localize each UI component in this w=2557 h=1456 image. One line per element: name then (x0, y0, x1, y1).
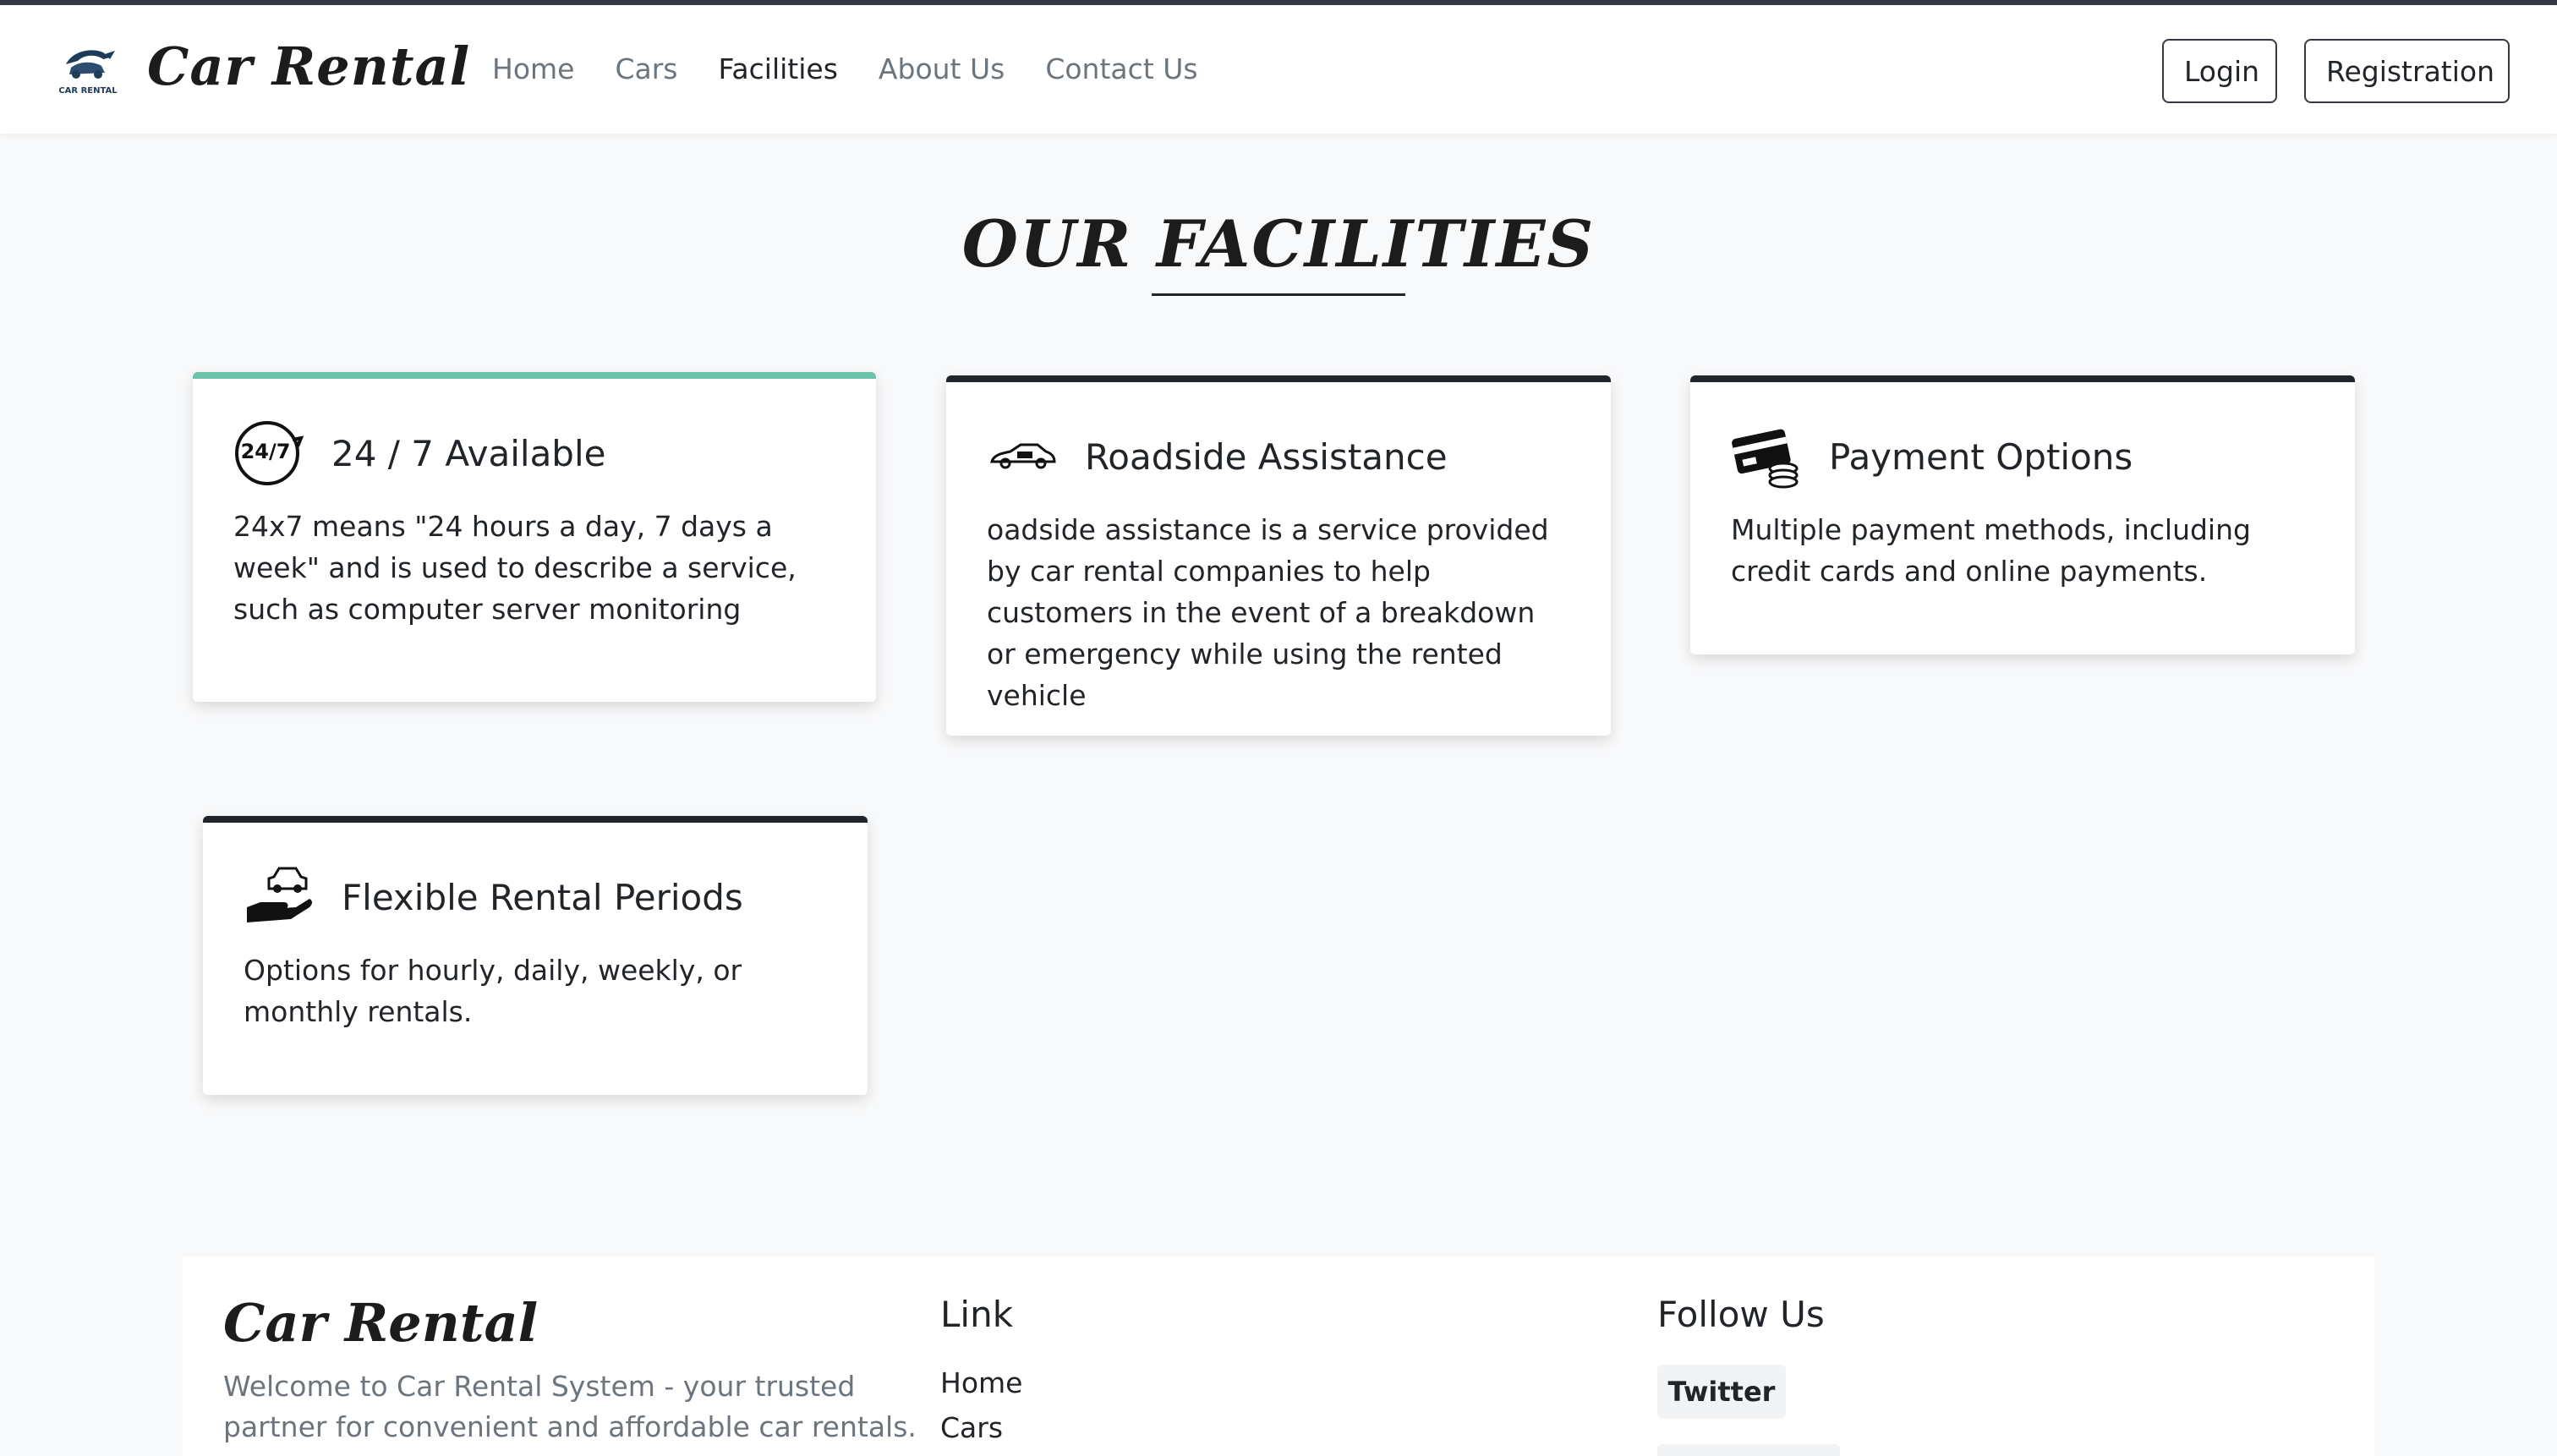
login-button[interactable]: Login (2162, 39, 2277, 103)
footer-brand: Car Rental (223, 1292, 539, 1354)
brand-title[interactable]: Car Rental (147, 36, 470, 97)
nav-link-contact-us[interactable]: Contact Us (1045, 52, 1197, 85)
car-in-hand-icon (244, 863, 315, 931)
section-title: OUR FACILITIES (961, 206, 1596, 282)
facility-card-payment-options: Payment Options Multiple payment methods… (1690, 375, 2355, 654)
card-text: oadside assistance is a service provided… (987, 513, 1549, 712)
logo-text: CAR RENTAL (58, 86, 118, 96)
card-text: 24x7 means "24 hours a day, 7 days a wee… (233, 510, 797, 626)
footer-description: Welcome to Car Rental System - your trus… (223, 1370, 917, 1443)
footer-follow-heading: Follow Us (1657, 1294, 1825, 1335)
card-text: Options for hourly, daily, weekly, or mo… (244, 954, 742, 1028)
facility-card-24-7: 24/7 24 / 7 Available 24x7 means "24 hou… (193, 372, 876, 702)
facility-card-flexible-rental-periods: Flexible Rental Periods Options for hour… (203, 816, 868, 1095)
card-title: Flexible Rental Periods (342, 876, 743, 918)
nav-link-facilities[interactable]: Facilities (718, 52, 837, 85)
twitter-button[interactable]: Twitter (1657, 1365, 1786, 1419)
title-underline (1152, 293, 1405, 296)
footer-link-heading: Link (940, 1294, 1014, 1335)
card-title: Payment Options (1829, 435, 2133, 478)
navbar: CAR RENTAL Car Rental Home Cars Faciliti… (0, 5, 2557, 134)
car-rental-logo-icon[interactable]: CAR RENTAL (54, 42, 122, 98)
credit-card-coins-icon (1731, 423, 1802, 490)
card-title: Roadside Assistance (1085, 435, 1448, 478)
social-button[interactable] (1657, 1444, 1840, 1456)
nav-link-about-us[interactable]: About Us (879, 52, 1005, 85)
24-7-icon: 24/7 (233, 419, 304, 487)
main-nav: Home Cars Facilities About Us Contact Us (492, 52, 1198, 85)
facility-card-roadside-assistance: Roadside Assistance oadside assistance i… (946, 375, 1611, 736)
24-7-icon-text: 24/7 (241, 440, 291, 463)
registration-button[interactable]: Registration (2304, 39, 2510, 103)
footer-links: Home Cars (940, 1366, 1022, 1444)
card-text: Multiple payment methods, including cred… (1731, 513, 2251, 588)
roadside-car-icon (987, 423, 1058, 490)
footer: Car Rental Welcome to Car Rental System … (183, 1256, 2374, 1456)
nav-link-home[interactable]: Home (492, 52, 574, 85)
nav-link-cars[interactable]: Cars (615, 52, 677, 85)
card-title: 24 / 7 Available (331, 432, 606, 474)
footer-link-home[interactable]: Home (940, 1366, 1022, 1399)
footer-link-cars[interactable]: Cars (940, 1411, 1022, 1444)
